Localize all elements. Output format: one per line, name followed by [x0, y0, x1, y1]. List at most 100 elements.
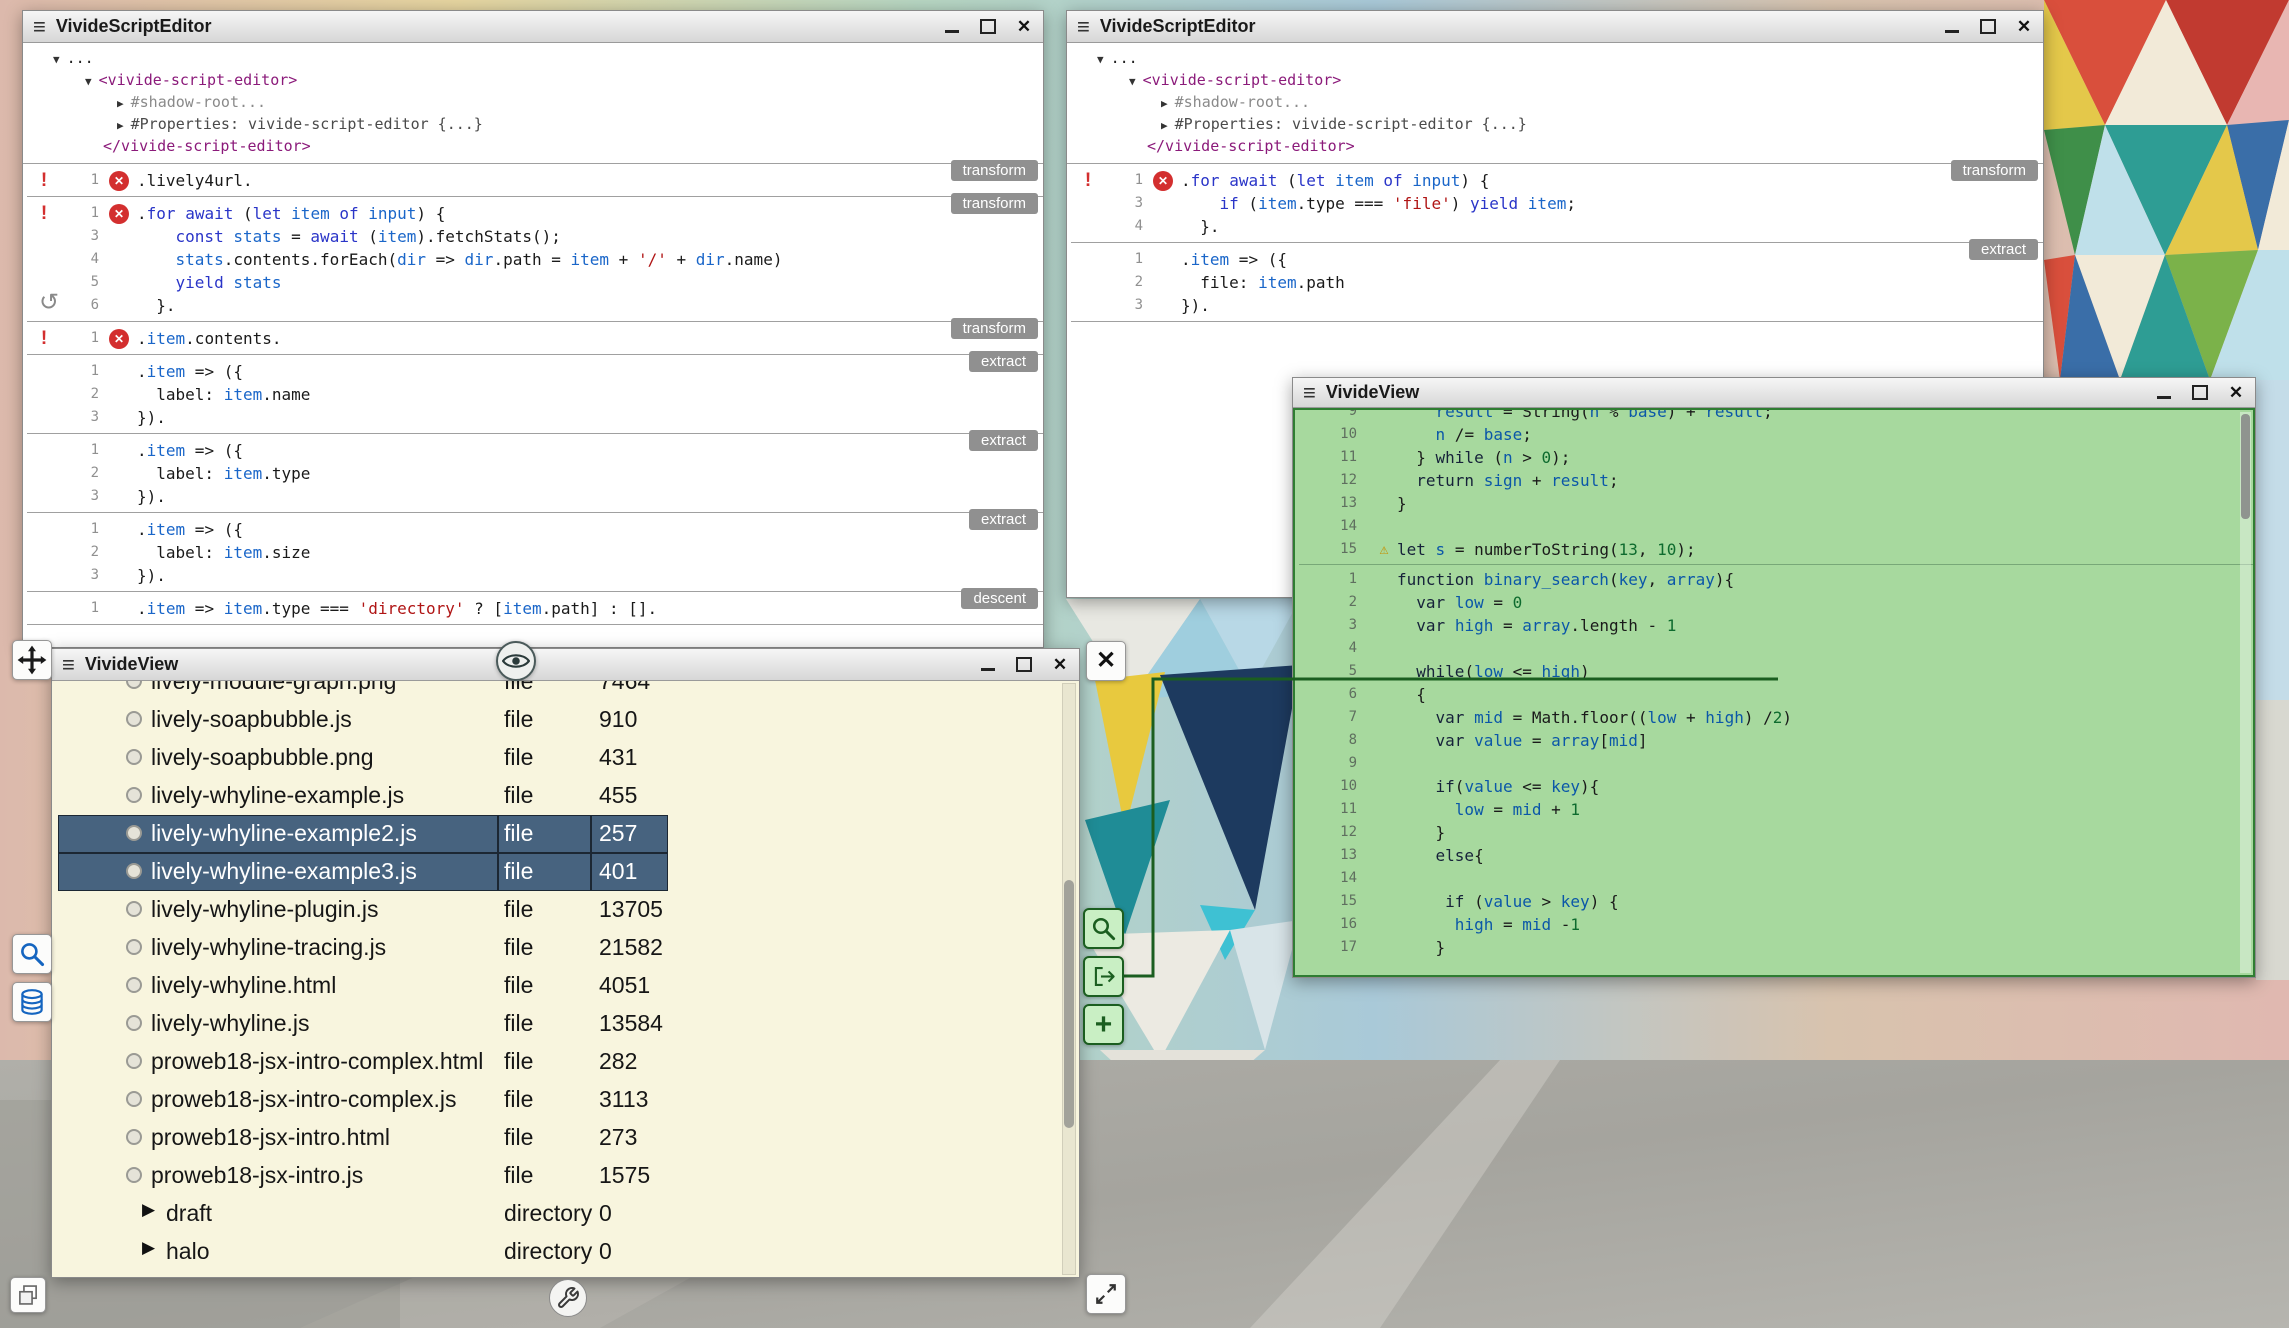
file-row[interactable]: lively-soapbubble.pngfile431 — [52, 739, 1079, 777]
tree-expanded-icon[interactable]: ▼ — [1129, 75, 1136, 88]
maximize-button[interactable] — [1015, 656, 1033, 673]
titlebar[interactable]: ≡ VivideView ✕ — [1293, 378, 2255, 408]
code-line[interactable]: 2 label: item.type — [27, 462, 1043, 485]
menu-icon[interactable]: ≡ — [1077, 12, 1090, 42]
code-line[interactable]: 3}). — [27, 485, 1043, 508]
file-row[interactable]: lively-whyline-example3.jsfile401 — [52, 853, 1079, 891]
code-line[interactable]: 1.item => ({ — [27, 360, 1043, 383]
file-row[interactable]: file221 — [52, 1271, 1079, 1277]
code-line[interactable]: 9 — [1299, 752, 2253, 775]
code-line[interactable]: 4 }. — [1071, 215, 2043, 238]
file-row[interactable]: lively-whyline-plugin.jsfile13705 — [52, 891, 1079, 929]
code-line[interactable]: 2 var low = 0 — [1299, 591, 2253, 614]
forward-output-button[interactable] — [1083, 956, 1124, 997]
directory-arrow-icon[interactable]: ▶ — [142, 1200, 155, 1220]
search-button[interactable] — [12, 934, 52, 974]
code-line[interactable]: !1✕.lively4url. — [27, 169, 1043, 192]
scrollbar[interactable] — [1062, 683, 1076, 1275]
code-line[interactable]: 3 var high = array.length - 1 — [1299, 614, 2253, 637]
tree-collapsed-icon[interactable]: ▶ — [117, 119, 124, 132]
tree-node-shadow-root[interactable]: ▶#shadow-root... — [23, 92, 1043, 114]
code-line[interactable]: 7 var mid = Math.floor((low + high) /2) — [1299, 706, 2253, 729]
close-button[interactable]: ✕ — [2015, 18, 2033, 35]
code-line[interactable]: 2 label: item.size — [27, 541, 1043, 564]
configure-button[interactable] — [549, 1279, 587, 1317]
minimize-button[interactable] — [2155, 384, 2173, 401]
code-line[interactable]: !1✕.item.contents. — [27, 327, 1043, 350]
code-line[interactable]: 12 return sign + result; — [1299, 469, 2253, 492]
code-line[interactable]: 3}). — [27, 564, 1043, 587]
code-line[interactable]: 16 high = mid -1 — [1299, 913, 2253, 936]
tree-expanded-icon[interactable]: ▼ — [85, 75, 92, 88]
code-line[interactable]: 1.item => ({ — [1071, 248, 2043, 271]
code-line[interactable]: 14 — [1299, 515, 2253, 538]
titlebar[interactable]: ≡ VivideScriptEditor ✕ — [1067, 11, 2043, 43]
code-line[interactable]: 5 while(low <= high) — [1299, 660, 2253, 683]
code-line[interactable]: !1✕.for await (let item of input) { — [27, 202, 1043, 225]
code-line[interactable]: 6 }. — [27, 294, 1043, 317]
file-row[interactable]: lively-soapbubble.jsfile910 — [52, 701, 1079, 739]
code-line[interactable]: 4 stats.contents.forEach(dir => dir.path… — [27, 248, 1043, 271]
tree-collapsed-icon[interactable]: ▶ — [1161, 119, 1168, 132]
move-window-button[interactable] — [12, 640, 52, 680]
tree-collapsed-icon[interactable]: ▶ — [117, 97, 124, 110]
code-line[interactable]: 13 else{ — [1299, 844, 2253, 867]
code-line[interactable]: 15⚠let s = numberToString(13, 10); — [1299, 538, 2253, 561]
tree-expanded-icon[interactable]: ▼ — [53, 53, 60, 66]
code-line[interactable]: 11 } while (n > 0); — [1299, 446, 2253, 469]
menu-icon[interactable]: ≡ — [62, 650, 75, 680]
file-row[interactable]: lively-whyline-example2.jsfile257 — [52, 815, 1079, 853]
code-line[interactable]: 4 — [1299, 637, 2253, 660]
undo-icon[interactable]: ↺ — [39, 288, 59, 317]
code-line[interactable]: 9 result = String(n % base) + result; — [1299, 408, 2253, 423]
maximize-button[interactable] — [979, 18, 997, 35]
maximize-button[interactable] — [1979, 18, 1997, 35]
directory-arrow-icon[interactable]: ▶ — [142, 1238, 155, 1258]
tree-node-properties[interactable]: ▶#Properties: vivide-script-editor {...} — [23, 114, 1043, 136]
code-line[interactable]: 1function binary_search(key, array){ — [1299, 568, 2253, 591]
eye-button[interactable] — [496, 641, 536, 681]
add-view-button[interactable]: + — [1083, 1004, 1124, 1045]
close-button[interactable]: ✕ — [1051, 656, 1069, 673]
file-row[interactable]: proweb18-jsx-intro-complex.htmlfile282 — [52, 1043, 1079, 1081]
titlebar[interactable]: ≡ VivideScriptEditor ✕ — [23, 11, 1043, 43]
tree-node-shadow-root[interactable]: ▶#shadow-root... — [1067, 92, 2043, 114]
file-row[interactable]: lively-whyline-example.jsfile455 — [52, 777, 1079, 815]
tree-node-element[interactable]: ▼<vivide-script-editor> — [23, 70, 1043, 92]
code-line[interactable]: 2 file: item.path — [1071, 271, 2043, 294]
code-line[interactable]: 10 n /= base; — [1299, 423, 2253, 446]
halo-close-button[interactable]: ✕ — [1086, 641, 1126, 681]
code-line[interactable]: 3 if (item.type === 'file') yield item; — [1071, 192, 2043, 215]
code-line[interactable]: 3}). — [27, 406, 1043, 429]
code-line[interactable]: 13} — [1299, 492, 2253, 515]
code-line[interactable]: 11 low = mid + 1 — [1299, 798, 2253, 821]
code-line[interactable]: 5 yield stats — [27, 271, 1043, 294]
scrollbar-thumb[interactable] — [1064, 880, 1074, 1128]
file-row[interactable]: lively-whyline.htmlfile4051 — [52, 967, 1079, 1005]
inspect-view-button[interactable] — [1083, 908, 1124, 949]
menu-icon[interactable]: ≡ — [33, 12, 46, 42]
file-row[interactable]: lively-module-graph.pngfile7464 — [52, 681, 1079, 701]
titlebar[interactable]: ≡ VivideView ✕ — [52, 649, 1079, 681]
scrollbar[interactable] — [2240, 412, 2251, 973]
file-row[interactable]: lively-whyline.jsfile13584 — [52, 1005, 1079, 1043]
code-line[interactable]: 12 } — [1299, 821, 2253, 844]
scrollbar-thumb[interactable] — [2241, 414, 2250, 519]
code-line[interactable]: 1.item => ({ — [27, 439, 1043, 462]
tree-node-element[interactable]: ▼<vivide-script-editor> — [1067, 70, 2043, 92]
file-row[interactable]: ▶halodirectory0 — [52, 1233, 1079, 1271]
minimize-button[interactable] — [943, 18, 961, 35]
code-line[interactable]: 8 var value = array[mid] — [1299, 729, 2253, 752]
close-button[interactable]: ✕ — [1015, 18, 1033, 35]
menu-icon[interactable]: ≡ — [1303, 378, 1316, 408]
tree-expanded-icon[interactable]: ▼ — [1097, 53, 1104, 66]
file-row[interactable]: proweb18-jsx-intro-complex.jsfile3113 — [52, 1081, 1079, 1119]
code-line[interactable]: !1✕.for await (let item of input) { — [1071, 169, 2043, 192]
code-line[interactable]: 1.item => ({ — [27, 518, 1043, 541]
code-line[interactable]: 2 label: item.name — [27, 383, 1043, 406]
minimize-button[interactable] — [979, 656, 997, 673]
file-row[interactable]: lively-whyline-tracing.jsfile21582 — [52, 929, 1079, 967]
resize-button[interactable] — [1086, 1274, 1126, 1314]
code-line[interactable]: 10 if(value <= key){ — [1299, 775, 2253, 798]
copy-window-button[interactable] — [10, 1277, 46, 1313]
